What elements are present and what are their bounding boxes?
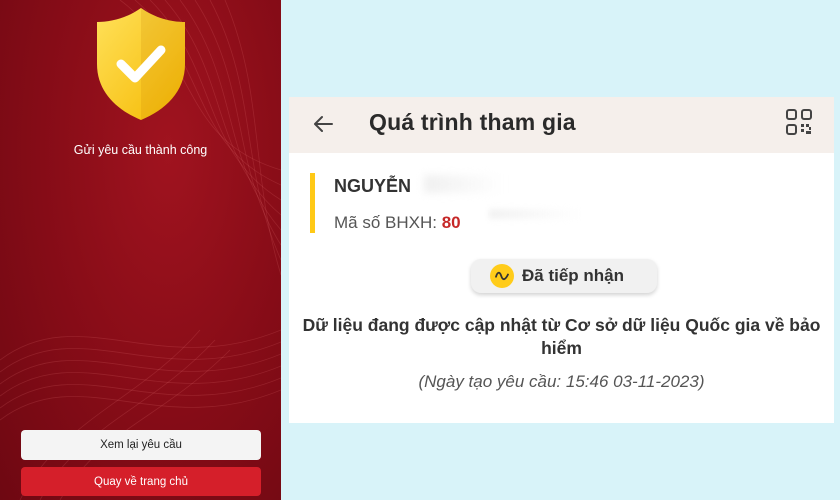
participant-name: NGUYỄN xyxy=(334,176,412,196)
status-label: Đã tiếp nhận xyxy=(522,266,625,285)
redacted-area xyxy=(489,209,579,219)
header-bar: Quá trình tham gia xyxy=(289,97,834,153)
bhxh-label: Mã số BHXH: xyxy=(334,213,437,232)
review-request-button[interactable]: Xem lại yêu cầu xyxy=(21,430,261,460)
wave-icon xyxy=(490,264,514,288)
status-message: Dữ liệu đang được cập nhật từ Cơ sở dữ l… xyxy=(302,315,821,358)
redacted-area xyxy=(424,175,504,193)
status-badge: Đã tiếp nhận xyxy=(471,259,657,293)
success-message: Gửi yêu cầu thành công xyxy=(73,143,208,157)
go-home-button[interactable]: Quay về trang chủ xyxy=(21,467,261,496)
success-screen: Gửi yêu cầu thành công Xem lại yêu cầu Q… xyxy=(0,0,281,500)
request-date: (Ngày tạo yêu cầu: 15:46 03-11-2023) xyxy=(418,372,705,391)
info-accent-bar xyxy=(310,173,315,233)
participation-panel: Quá trình tham gia NGUYỄN Mã số BHXH: 80… xyxy=(281,0,840,500)
shield-check-icon xyxy=(93,6,189,122)
page-title: Quá trình tham gia xyxy=(369,109,576,135)
participation-card: Quá trình tham gia NGUYỄN Mã số BHXH: 80… xyxy=(289,97,834,423)
qr-code-icon[interactable] xyxy=(785,108,813,136)
arrow-left-icon[interactable] xyxy=(311,112,335,136)
bhxh-number: 80 xyxy=(441,213,461,232)
bhxh-row: Mã số BHXH: 80 xyxy=(334,213,461,233)
